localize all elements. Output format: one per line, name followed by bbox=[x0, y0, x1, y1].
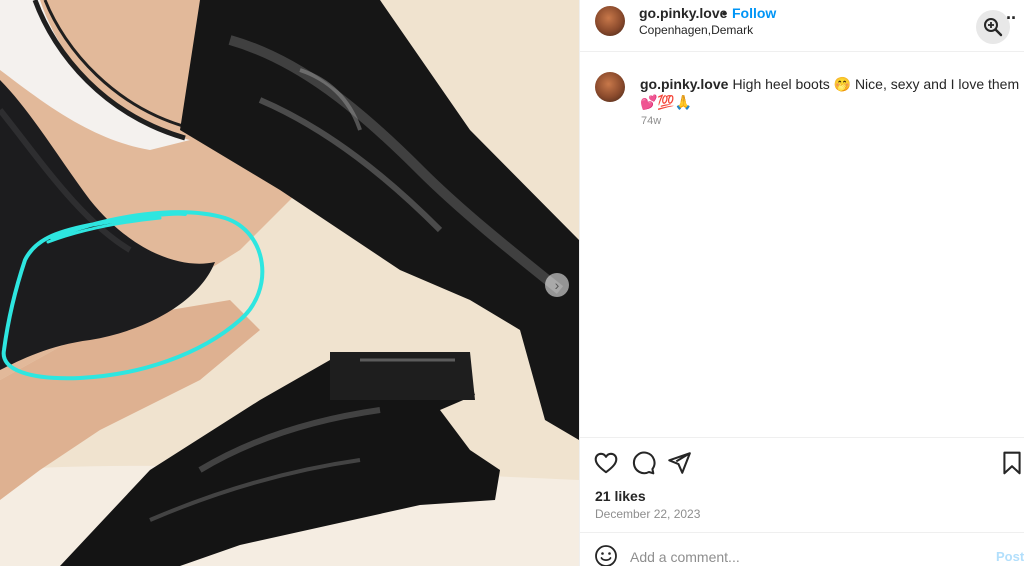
post-image[interactable]: › bbox=[0, 0, 579, 566]
post-details-panel: go.pinky.love • Follow Copenhagen,Demark… bbox=[579, 0, 1024, 566]
caption-username[interactable]: go.pinky.love bbox=[640, 76, 728, 92]
paper-plane-icon[interactable] bbox=[666, 450, 692, 476]
more-options-button[interactable]: ·· bbox=[1006, 8, 1017, 29]
smiley-icon[interactable] bbox=[594, 544, 618, 566]
follow-button[interactable]: Follow bbox=[732, 5, 776, 21]
caption: go.pinky.love High heel boots 🤭 Nice, sex… bbox=[640, 75, 1020, 111]
location-link[interactable]: Copenhagen,Demark bbox=[639, 23, 753, 37]
bookmark-icon[interactable] bbox=[999, 450, 1024, 476]
header-separator: • bbox=[722, 5, 727, 21]
likes-count[interactable]: 21 likes bbox=[595, 488, 646, 504]
comment-bubble-icon[interactable] bbox=[630, 450, 656, 476]
post-age: 74w bbox=[641, 115, 662, 127]
heart-icon[interactable] bbox=[593, 450, 619, 476]
post-comment-button[interactable]: Post bbox=[996, 549, 1024, 564]
caption-avatar[interactable] bbox=[595, 72, 625, 102]
avatar[interactable] bbox=[595, 6, 625, 36]
post-date: December 22, 2023 bbox=[595, 507, 701, 521]
header-username[interactable]: go.pinky.love bbox=[639, 5, 727, 21]
action-bar bbox=[580, 437, 1024, 483]
comment-input[interactable] bbox=[630, 547, 950, 566]
post-header: go.pinky.love • Follow Copenhagen,Demark… bbox=[580, 0, 1024, 52]
carousel-next-button[interactable]: › bbox=[545, 273, 569, 297]
comment-bar: Post bbox=[580, 532, 1024, 566]
zoom-in-icon bbox=[984, 18, 1003, 37]
post-photo-illustration bbox=[0, 0, 579, 566]
zoom-button[interactable] bbox=[976, 10, 1010, 44]
